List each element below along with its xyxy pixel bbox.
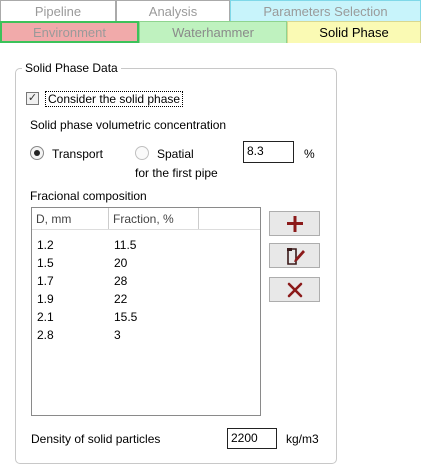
- list-row[interactable]: 1.5 20: [32, 254, 260, 272]
- tab-analysis[interactable]: Analysis: [116, 0, 230, 21]
- radio-transport-label: Transport: [52, 147, 103, 161]
- cell-d: 2.1: [37, 310, 54, 324]
- radio-spatial-label: Spatial: [157, 147, 194, 161]
- list-row[interactable]: 2.1 15.5: [32, 308, 260, 326]
- tab-parameters-selection[interactable]: Parameters Selection: [230, 0, 421, 21]
- column-header-d[interactable]: D, mm: [32, 208, 109, 229]
- list-row[interactable]: 1.2 11.5: [32, 236, 260, 254]
- edit-icon: [286, 247, 305, 265]
- cell-d: 1.9: [37, 292, 54, 306]
- list-row[interactable]: 2.8 3: [32, 326, 260, 344]
- tab-pipeline[interactable]: Pipeline: [0, 0, 116, 21]
- column-header-fraction[interactable]: Fraction, %: [109, 208, 199, 229]
- density-unit: kg/m3: [286, 432, 319, 446]
- tab-waterhammer[interactable]: Waterhammer: [139, 21, 287, 43]
- density-input[interactable]: 2200: [227, 428, 277, 449]
- radio-spatial[interactable]: [135, 146, 149, 160]
- radio-transport[interactable]: [30, 146, 44, 160]
- cell-fraction: 11.5: [114, 238, 137, 252]
- cell-fraction: 22: [114, 292, 128, 306]
- delete-row-button[interactable]: [269, 277, 320, 302]
- cell-d: 2.8: [37, 328, 54, 342]
- consider-solid-phase-label[interactable]: Consider the solid phase: [45, 91, 184, 107]
- delete-icon: [287, 282, 302, 297]
- concentration-unit: %: [304, 147, 315, 161]
- cell-d: 1.7: [37, 274, 54, 288]
- cell-fraction: 15.5: [114, 310, 138, 324]
- list-row[interactable]: 1.7 28: [32, 272, 260, 290]
- tab-environment[interactable]: Environment: [0, 21, 139, 43]
- cell-fraction: 3: [114, 328, 121, 342]
- edit-row-button[interactable]: [269, 243, 320, 268]
- concentration-input[interactable]: 8.3: [243, 141, 294, 163]
- list-row[interactable]: 1.9 22: [32, 290, 260, 308]
- consider-solid-phase-checkbox[interactable]: ✓: [26, 92, 39, 105]
- add-row-button[interactable]: [269, 211, 320, 236]
- group-title: Solid Phase Data: [22, 61, 121, 75]
- composition-list[interactable]: D, mm Fraction, % 1.2 11.5 1.5 20 1.7 28 1.…: [31, 207, 261, 416]
- cell-fraction: 20: [114, 256, 128, 270]
- composition-label: Fracional composition: [30, 189, 147, 203]
- cell-d: 1.2: [37, 238, 54, 252]
- tab-solid-phase[interactable]: Solid Phase: [287, 21, 421, 43]
- radio-spatial-sublabel: for the first pipe: [135, 166, 218, 180]
- concentration-label: Solid phase volumetric concentration: [30, 118, 227, 132]
- plus-icon: [286, 215, 303, 232]
- density-label: Density of solid particles: [31, 432, 161, 446]
- cell-fraction: 28: [114, 274, 128, 288]
- cell-d: 1.5: [37, 256, 54, 270]
- list-header: D, mm Fraction, %: [32, 208, 260, 230]
